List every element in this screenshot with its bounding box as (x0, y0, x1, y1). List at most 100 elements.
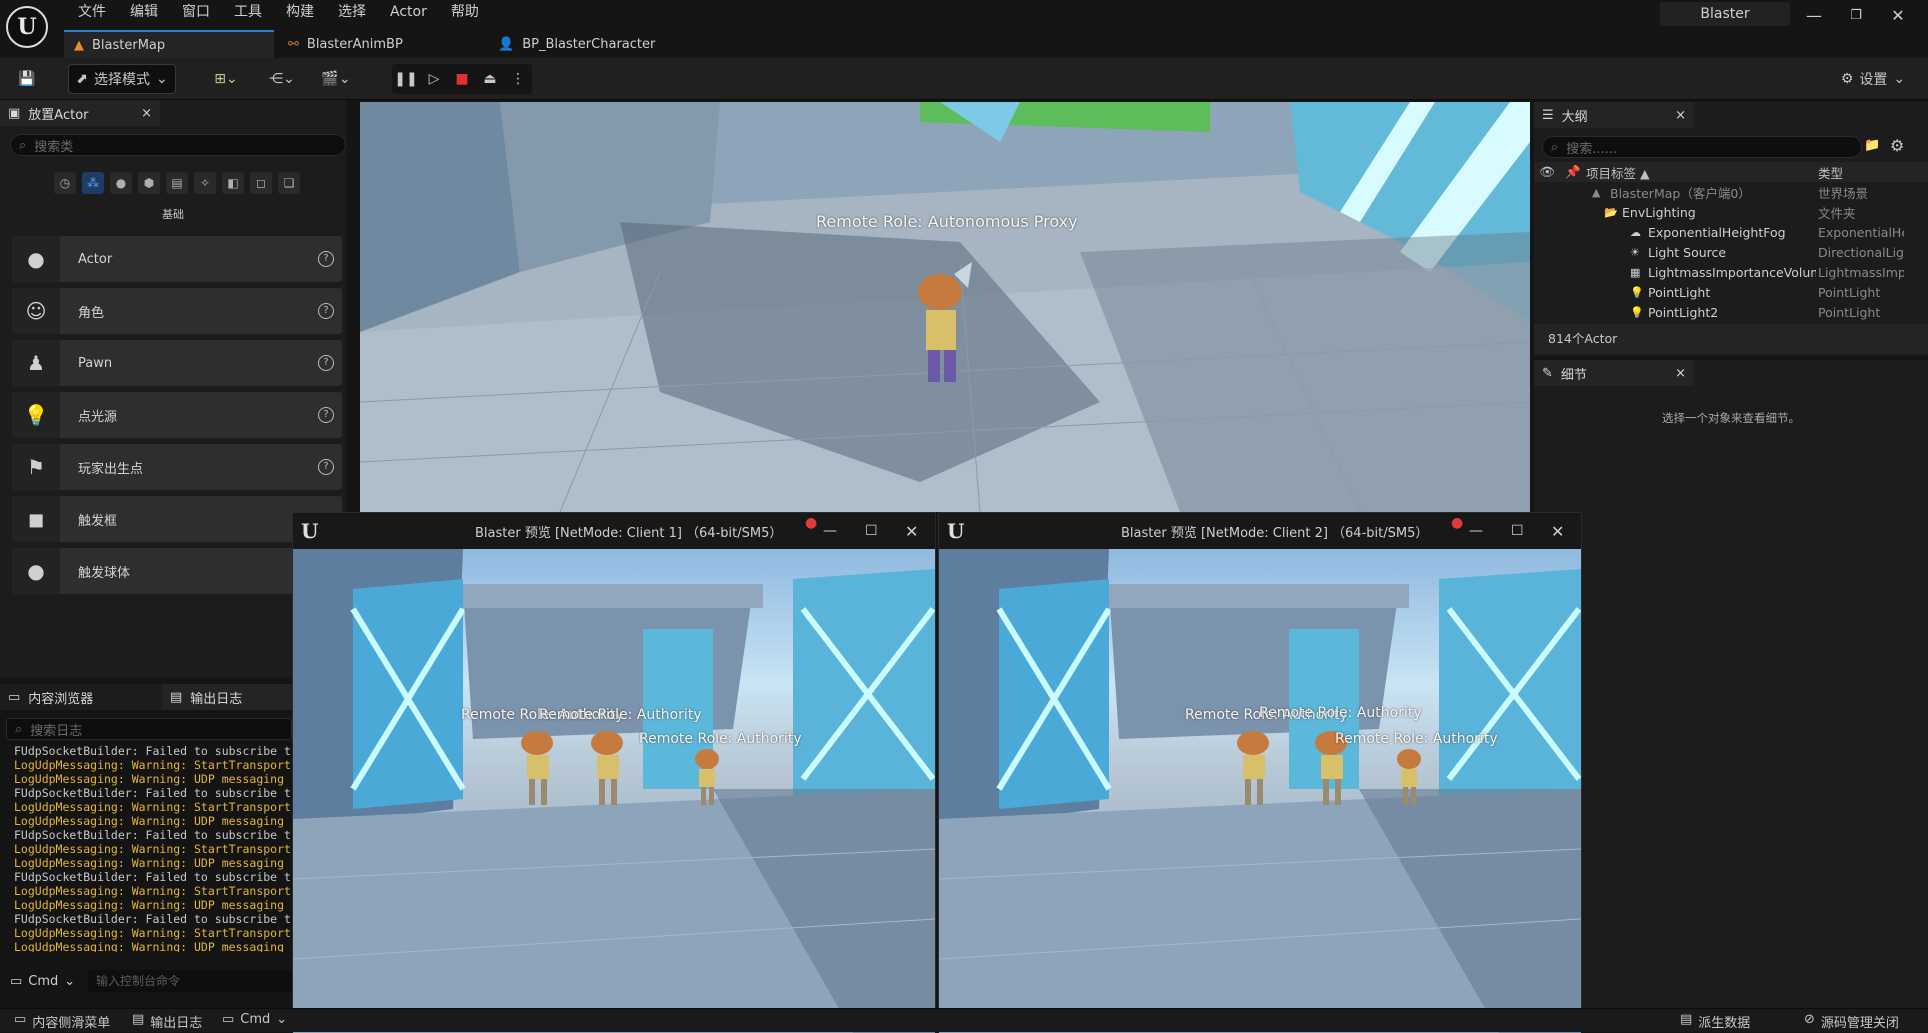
outliner-row[interactable]: 💡 PointLight PointLight (1534, 282, 1928, 302)
outliner-row[interactable]: ▲ BlasterMap（客户端0） 世界场景 (1534, 182, 1928, 202)
level-viewport[interactable]: Remote Role: Autonomous Proxy (360, 102, 1530, 512)
preview-scene[interactable]: Remote Role: Authority Remote Role: Auth… (293, 549, 935, 1033)
close-icon[interactable]: × (141, 106, 152, 121)
visual-effects-icon[interactable]: ✧ (194, 172, 216, 194)
actor-item-player-start[interactable]: ⚑ 玩家出生点 ? (12, 444, 342, 490)
help-icon[interactable]: ? (318, 355, 334, 371)
help-icon[interactable]: ? (318, 251, 334, 267)
tab-outliner[interactable]: ☰ 大纲 × (1534, 102, 1694, 128)
tab-details[interactable]: ✎ 细节 × (1534, 360, 1694, 386)
title-bar: U 文件 编辑 窗口 工具 构建 选择 Actor 帮助 Blaster — ❐… (0, 0, 1928, 58)
outliner-row[interactable]: ☀ Light Source DirectionalLigl (1534, 242, 1928, 262)
pause-icon[interactable]: ❚❚ (392, 71, 420, 87)
derived-data-button[interactable]: ▤ 派生数据 (1680, 1012, 1750, 1031)
log-search-input[interactable]: ⌕ 搜索日志 (6, 718, 292, 740)
outliner-row[interactable]: ☁ ExponentialHeightFog ExponentialHe (1534, 222, 1928, 242)
tab-blastermap[interactable]: ▲ BlasterMap (64, 30, 274, 58)
world-icon: ▲ (1592, 185, 1601, 199)
select-mode-button[interactable]: ⬈ 选择模式 ⌄ (68, 64, 176, 94)
class-search-input[interactable]: ⌕ 搜索类 (10, 134, 346, 156)
more-options-icon[interactable]: ⋮ (504, 71, 532, 87)
cinematic-icon[interactable]: ▤ (166, 172, 188, 194)
cube-icon: ◼ (12, 496, 60, 542)
project-name: Blaster (1660, 2, 1790, 26)
status-bar: ▭ 内容侧滑菜单 ▤ 输出日志 ▭ Cmd ⌄ ▤ 派生数据 ⊘ 源码管理关闭 (0, 1008, 1928, 1032)
log-line: LogUdpMessaging: Warning: UDP messaging (14, 898, 285, 912)
actor-item-character[interactable]: ☺ 角色 ? (12, 288, 342, 334)
menu-select[interactable]: 选择 (326, 2, 378, 22)
unreal-logo-icon[interactable]: U (6, 6, 48, 48)
recent-icon[interactable]: ◷ (54, 172, 76, 194)
close-icon[interactable]: ✕ (1551, 522, 1564, 541)
console-input[interactable]: 输入控制台命令 (88, 970, 292, 992)
outliner-row-type: PointLight (1818, 304, 1881, 320)
lights-icon[interactable]: ● (110, 172, 132, 194)
outliner-row[interactable]: 💡 PointLight2 PointLight (1534, 302, 1928, 322)
preview-scene[interactable]: Remote Role: Authority Remote Role: Auth… (939, 549, 1581, 1033)
outliner-row[interactable]: 📂 EnvLighting 文件夹 (1534, 202, 1928, 222)
tab-bp-blastercharacter[interactable]: 👤 BP_BlasterCharacter (488, 30, 688, 58)
output-log-button[interactable]: ▤ 输出日志 (132, 1012, 202, 1031)
content-drawer-button[interactable]: ▭ 内容侧滑菜单 (14, 1012, 110, 1031)
minimize-icon[interactable]: — (1469, 523, 1483, 539)
tab-blasteranimbp[interactable]: ⚯ BlasterAnimBP (278, 30, 478, 58)
save-icon[interactable]: 💾 (12, 64, 42, 94)
step-icon[interactable]: ▷ (420, 71, 448, 87)
maximize-icon[interactable]: ☐ (865, 523, 878, 539)
add-folder-icon[interactable]: 📁 (1864, 138, 1880, 153)
actor-item-actor[interactable]: ● Actor ? (12, 236, 342, 282)
tab-output-log[interactable]: ▤ 输出日志 (162, 684, 292, 710)
menu-tools[interactable]: 工具 (222, 2, 274, 22)
outliner-row-type: ExponentialHe (1818, 224, 1904, 240)
preview-window-client1[interactable]: U Blaster 预览 [NetMode: Client 1] （64-bit… (292, 512, 936, 1033)
outliner-search-input[interactable]: ⌕ 搜索...... (1542, 136, 1862, 158)
column-label[interactable]: 项目标签 ▲ (1586, 163, 1818, 182)
cmd-label: Cmd (28, 974, 59, 989)
help-icon[interactable]: ? (318, 459, 334, 475)
basic-icon[interactable]: ⁂ (82, 172, 104, 194)
eject-icon[interactable]: ⏏ (476, 71, 504, 87)
minimize-icon[interactable]: — (1794, 4, 1834, 28)
cmd-selector[interactable]: ▭ Cmd ⌄ (222, 1012, 287, 1027)
restore-icon[interactable]: ❐ (1836, 4, 1876, 28)
help-icon[interactable]: ? (318, 303, 334, 319)
gear-icon[interactable]: ⚙ (1890, 136, 1904, 155)
add-content-icon[interactable]: ⊞⌄ (206, 64, 246, 94)
close-icon[interactable]: ✕ (905, 522, 918, 541)
main-menu: 文件 编辑 窗口 工具 构建 选择 Actor 帮助 (66, 2, 491, 22)
maximize-icon[interactable]: ☐ (1511, 523, 1524, 539)
settings-button[interactable]: ⚙ 设置 ⌄ (1828, 64, 1918, 94)
minimize-icon[interactable]: — (823, 523, 837, 539)
source-control-button[interactable]: ⊘ 源码管理关闭 (1804, 1012, 1899, 1031)
menu-file[interactable]: 文件 (66, 2, 118, 22)
outliner-row-label: Light Source (1648, 244, 1727, 260)
tab-place-actor[interactable]: ▣ 放置Actor × (0, 100, 160, 126)
log-tab-bar: ▭ 内容浏览器 ▤ 输出日志 (0, 684, 292, 710)
menu-actor[interactable]: Actor (378, 2, 439, 22)
cmd-label: Cmd (240, 1012, 271, 1027)
menu-build[interactable]: 构建 (274, 2, 326, 22)
volumes-icon[interactable]: ◻ (250, 172, 272, 194)
close-icon[interactable]: × (1675, 366, 1686, 381)
close-icon[interactable]: ✕ (1878, 4, 1918, 28)
stop-icon[interactable]: ■ (448, 71, 476, 87)
geometry-icon[interactable]: ◧ (222, 172, 244, 194)
column-type[interactable]: 类型 (1818, 163, 1843, 182)
pin-icon[interactable]: 📌 (1560, 164, 1586, 180)
tab-content-browser[interactable]: ▭ 内容浏览器 (0, 684, 162, 710)
all-classes-icon[interactable]: ❏ (278, 172, 300, 194)
shapes-icon[interactable]: ⬢ (138, 172, 160, 194)
close-icon[interactable]: × (1675, 108, 1686, 123)
menu-edit[interactable]: 编辑 (118, 2, 170, 22)
menu-help[interactable]: 帮助 (439, 2, 491, 22)
visibility-icon[interactable]: 👁 (1534, 164, 1560, 180)
actor-item-pawn[interactable]: ♟ Pawn ? (12, 340, 342, 386)
help-icon[interactable]: ? (318, 407, 334, 423)
cinematics-icon[interactable]: 🎬⌄ (316, 64, 356, 94)
blueprint-icon[interactable]: ⋲⌄ (262, 64, 302, 94)
actor-item-point-light[interactable]: 💡 点光源 ? (12, 392, 342, 438)
preview-window-client2[interactable]: U Blaster 预览 [NetMode: Client 2] （64-bit… (938, 512, 1582, 1033)
cmd-selector[interactable]: ▭ Cmd ⌄ (10, 974, 75, 989)
menu-window[interactable]: 窗口 (170, 2, 222, 22)
outliner-row[interactable]: ▦ LightmassImportanceVolum LightmassImp (1534, 262, 1928, 282)
